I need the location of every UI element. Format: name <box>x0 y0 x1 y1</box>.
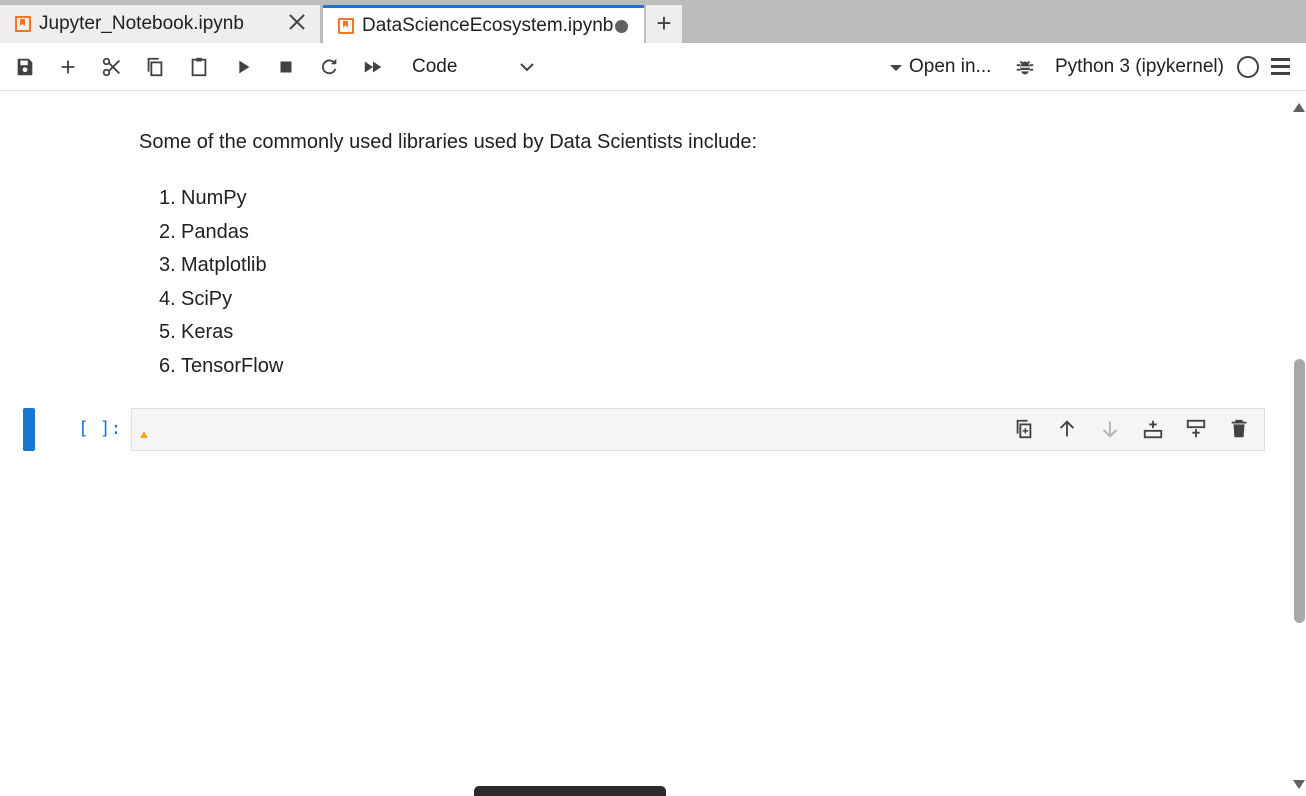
tab-data-science-ecosystem[interactable]: DataScienceEcosystem.ipynb <box>323 5 644 43</box>
notebook-toolbar: Code Open in... Python 3 (ipykernel) <box>0 43 1306 91</box>
cell-prompt: [ ]: <box>78 418 122 439</box>
library-list: 1. NumPy 2. Pandas 3. Matplotlib 4. SciPy 5.… <box>139 185 283 387</box>
list-item: 6. TensorFlow <box>159 354 284 377</box>
bug-icon[interactable] <box>1013 55 1037 79</box>
list-item: 3. Matplotlib <box>159 254 267 277</box>
list-item: 2. Pandas <box>159 220 249 243</box>
move-down-icon[interactable] <box>1099 417 1121 441</box>
open-in-label: Open in... <box>909 56 992 77</box>
copy-icon[interactable] <box>143 55 167 79</box>
menu-icon[interactable] <box>1271 58 1290 75</box>
unsaved-indicator-icon[interactable] <box>615 20 628 33</box>
paste-icon[interactable] <box>187 55 211 79</box>
scrollbar-thumb[interactable] <box>1294 359 1305 623</box>
markdown-paragraph: Some of the commonly used libraries used… <box>139 131 758 153</box>
stop-icon[interactable] <box>274 55 298 79</box>
fast-forward-icon[interactable] <box>361 55 385 79</box>
cut-icon[interactable] <box>100 55 124 79</box>
chevron-down-icon[interactable] <box>517 57 537 77</box>
status-popup <box>474 786 666 796</box>
tab-label: Jupyter_Notebook.ipynb <box>39 13 244 34</box>
scroll-up-icon[interactable] <box>1293 103 1305 112</box>
open-in-button[interactable]: Open in... <box>890 53 991 81</box>
tab-label: DataScienceEcosystem.ipynb <box>362 14 614 36</box>
restart-icon[interactable] <box>317 55 341 79</box>
warning-icon <box>140 431 148 438</box>
insert-below-icon[interactable] <box>1185 417 1207 441</box>
list-item: 5. Keras <box>159 321 234 344</box>
close-icon[interactable] <box>288 13 306 31</box>
notebook-icon <box>338 17 354 34</box>
new-tab-button[interactable]: + <box>646 5 682 43</box>
notebook-icon <box>15 16 31 32</box>
run-icon[interactable] <box>231 55 255 79</box>
vertical-scrollbar[interactable] <box>1292 91 1306 796</box>
kernel-name[interactable]: Python 3 (ipykernel) <box>1055 53 1224 81</box>
delete-cell-icon[interactable] <box>1228 417 1250 441</box>
move-up-icon[interactable] <box>1056 417 1078 441</box>
list-item: 1. NumPy <box>159 187 247 209</box>
notebook-panel: Some of the commonly used libraries used… <box>0 91 1292 796</box>
cell-toolbar <box>1013 417 1250 441</box>
list-item: 4. SciPy <box>159 287 233 310</box>
kernel-status-icon <box>1237 56 1259 78</box>
duplicate-cell-icon[interactable] <box>1013 417 1035 441</box>
caret-down-icon <box>890 65 902 71</box>
scroll-down-icon[interactable] <box>1293 780 1305 789</box>
tab-bar: Jupyter_Notebook.ipynb DataScienceEcosys… <box>0 0 1306 43</box>
add-cell-icon[interactable] <box>56 55 80 79</box>
code-cell-input[interactable] <box>131 408 1265 451</box>
save-icon[interactable] <box>13 55 37 79</box>
insert-above-icon[interactable] <box>1142 417 1164 441</box>
tab-jupyter-notebook[interactable]: Jupyter_Notebook.ipynb <box>0 5 321 43</box>
active-cell-indicator[interactable] <box>23 408 35 451</box>
